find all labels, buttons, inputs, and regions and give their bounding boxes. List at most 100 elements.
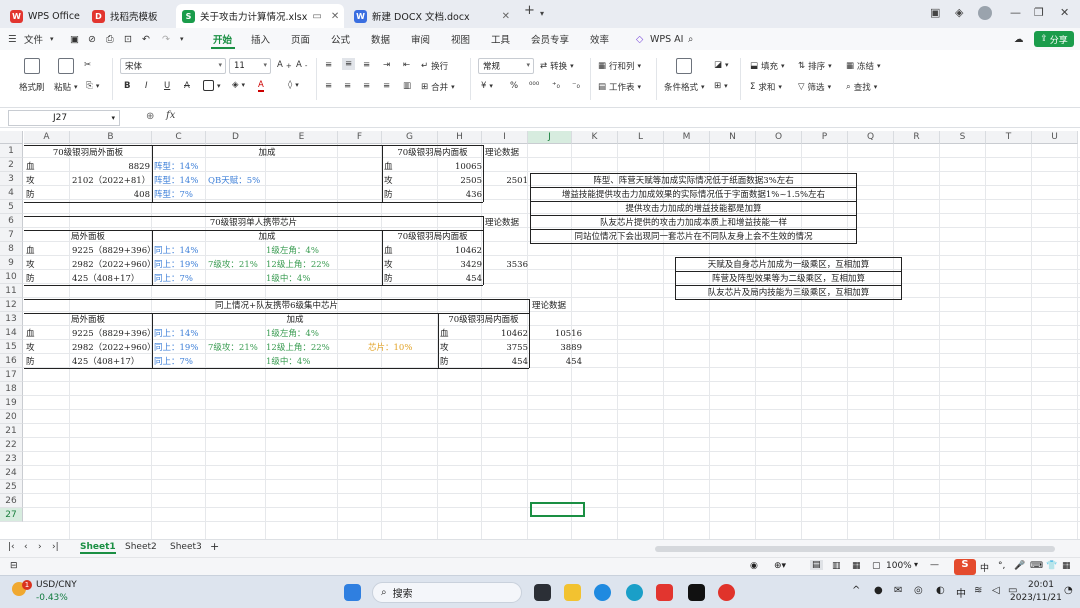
column-header[interactable]: R bbox=[894, 131, 940, 144]
sheet-tab-1[interactable]: Sheet1 bbox=[80, 542, 116, 554]
row-header[interactable]: 21 bbox=[0, 424, 23, 438]
table-style-icon[interactable]: ⊞ ▾ bbox=[714, 81, 728, 91]
merge-button[interactable]: ⊞ 合并 ▾ bbox=[421, 81, 455, 93]
eraser-icon[interactable]: ◊ ▾ bbox=[288, 80, 299, 90]
row-header[interactable]: 26 bbox=[0, 494, 23, 508]
normal-view-icon[interactable]: ▤ bbox=[810, 560, 823, 570]
cell-c14[interactable]: 同上：14% bbox=[154, 329, 198, 340]
cell-a15[interactable]: 攻 bbox=[26, 343, 35, 354]
freeze-button[interactable]: ▦ 冻结 ▾ bbox=[846, 60, 881, 72]
cell-b3[interactable]: 2102（2022+81） bbox=[72, 176, 150, 187]
menu-home[interactable]: 开始 bbox=[213, 32, 232, 46]
row-header[interactable]: 9 bbox=[0, 256, 23, 270]
locate-icon[interactable]: ⊕▾ bbox=[774, 561, 786, 571]
taskbar-search[interactable]: ⌕ 搜索 bbox=[372, 582, 522, 603]
cell-h14-label[interactable]: 血 bbox=[440, 329, 449, 340]
copy-icon[interactable]: ⎘ ▾ bbox=[86, 81, 99, 91]
row-header[interactable]: 16 bbox=[0, 354, 23, 368]
cell-e10[interactable]: 1级中：4% bbox=[266, 274, 310, 285]
menu-page[interactable]: 页面 bbox=[291, 32, 310, 46]
cell-h8[interactable]: 10462 bbox=[430, 246, 482, 257]
cell-e9[interactable]: 12级上角：22% bbox=[266, 260, 330, 271]
link-icon[interactable]: ⊘ bbox=[88, 34, 96, 45]
sum-button[interactable]: Σ 求和 ▾ bbox=[750, 81, 782, 93]
cell-style-icon[interactable]: ◪ ▾ bbox=[714, 60, 729, 70]
wrap-button[interactable]: ↵ 换行 bbox=[421, 60, 448, 72]
menu-view[interactable]: 视图 bbox=[451, 32, 470, 46]
ai-icon[interactable]: ◇ bbox=[636, 34, 643, 45]
worksheet-button[interactable]: ▤ 工作表 ▾ bbox=[598, 81, 641, 93]
paste-button[interactable]: 粘贴 ▾ bbox=[54, 81, 78, 93]
column-header[interactable]: H bbox=[438, 131, 482, 144]
cell-a3[interactable]: 攻 bbox=[26, 176, 35, 187]
cell-a16[interactable]: 防 bbox=[26, 357, 35, 368]
menu-review[interactable]: 审阅 bbox=[411, 32, 430, 46]
windows-start-icon[interactable] bbox=[344, 584, 361, 601]
name-box[interactable]: J27 ▾ bbox=[8, 110, 120, 126]
note-line-5[interactable]: 同站位情况下会出现同一套芯片在不同队友身上会不生效的情况 bbox=[530, 232, 857, 243]
minimize-icon[interactable]: — bbox=[1010, 6, 1021, 19]
row-header[interactable]: 6 bbox=[0, 214, 23, 228]
chevron-down-icon[interactable]: ▾ bbox=[914, 560, 918, 569]
hamburger-icon[interactable]: ☰ bbox=[8, 34, 17, 45]
undo-icon[interactable]: ↶ bbox=[142, 34, 150, 45]
row-header[interactable]: 3 bbox=[0, 172, 23, 186]
column-header[interactable]: E bbox=[266, 131, 338, 144]
row-header[interactable]: 23 bbox=[0, 452, 23, 466]
increase-decimal-icon[interactable]: ⁺₀ bbox=[552, 81, 560, 91]
cell-i1[interactable]: 理论数据 bbox=[485, 148, 519, 159]
cell-b14[interactable]: 9225（8829+396） bbox=[72, 329, 156, 340]
cell-b15[interactable]: 2982（2022+960） bbox=[72, 343, 156, 354]
redo-icon[interactable]: ↷ bbox=[162, 34, 170, 45]
sort-button[interactable]: ⇅ 排序 ▾ bbox=[798, 60, 832, 72]
cell-a10[interactable]: 防 bbox=[26, 274, 35, 285]
distribute-icon[interactable]: ▥ bbox=[403, 81, 411, 91]
cell-b2[interactable]: 8829 bbox=[70, 162, 150, 173]
align-bottom-icon[interactable]: ≡ bbox=[363, 60, 370, 70]
cell-c1[interactable]: 加成 bbox=[152, 148, 382, 159]
cloud-icon[interactable]: ☁ bbox=[1014, 34, 1024, 45]
cell-g1[interactable]: 70级银羽局内面板 bbox=[382, 148, 483, 159]
italic-icon[interactable]: I bbox=[145, 81, 148, 91]
fill-button[interactable]: ⬓ 填充 ▾ bbox=[750, 60, 785, 72]
volume-icon[interactable]: ◁ bbox=[992, 585, 1000, 596]
task-view-icon[interactable] bbox=[534, 584, 551, 601]
row-header[interactable]: 22 bbox=[0, 438, 23, 452]
column-header[interactable]: U bbox=[1032, 131, 1078, 144]
fill-color-icon[interactable]: ◈ ▾ bbox=[232, 80, 245, 90]
tab-docx-file[interactable]: W 新建 DOCX 文档.docx ✕ bbox=[348, 4, 516, 28]
format-painter-icon[interactable] bbox=[24, 58, 40, 74]
chevron-down-icon[interactable]: ▾ bbox=[540, 9, 544, 18]
percent-icon[interactable]: % bbox=[510, 81, 518, 91]
cell-g7[interactable]: 70级银羽局内面板 bbox=[382, 232, 483, 243]
cell-i15[interactable]: 3755 bbox=[476, 343, 528, 354]
cell-a4[interactable]: 防 bbox=[26, 190, 35, 201]
thousands-icon[interactable]: ⁰⁰⁰ bbox=[529, 81, 539, 91]
cell-e8[interactable]: 1级左角：4% bbox=[266, 246, 319, 257]
note-line-3[interactable]: 提供攻击力加成的增益技能都是加算 bbox=[530, 204, 857, 215]
column-header[interactable]: D bbox=[206, 131, 266, 144]
punctuation-icon[interactable]: °, bbox=[998, 561, 1005, 571]
format-painter-button[interactable]: 格式刷 bbox=[19, 81, 45, 93]
column-header[interactable]: N bbox=[710, 131, 756, 144]
cell-f15[interactable]: 芯片：10% bbox=[368, 343, 412, 354]
paste-icon[interactable] bbox=[58, 58, 74, 74]
notification-icon[interactable]: ◔ bbox=[1064, 585, 1073, 596]
cell-g10[interactable]: 防 bbox=[384, 274, 393, 285]
number-format-select[interactable]: 常规 ▾ bbox=[478, 58, 534, 74]
menu-tools[interactable]: 工具 bbox=[491, 32, 510, 46]
shirt-icon[interactable]: 👕 bbox=[1046, 561, 1057, 571]
note2-line-3[interactable]: 队友芯片及局内技能为三级乘区，互相加算 bbox=[675, 288, 902, 299]
filter-button[interactable]: ▽ 筛选 ▾ bbox=[798, 81, 831, 93]
cell-e14[interactable]: 1级左角：4% bbox=[266, 329, 319, 340]
cell-d3[interactable]: QB天赋：5% bbox=[208, 176, 260, 187]
cell-h15-label[interactable]: 攻 bbox=[440, 343, 449, 354]
strikethrough-icon[interactable]: A bbox=[184, 81, 190, 91]
convert-button[interactable]: ⇄ 转换 ▾ bbox=[540, 60, 574, 72]
cell-h3[interactable]: 2505 bbox=[430, 176, 482, 187]
cell-c4[interactable]: 阵型：7% bbox=[154, 190, 193, 201]
note-line-4[interactable]: 队友芯片提供的攻击力加成本质上和增益技能一样 bbox=[530, 218, 857, 229]
close-window-icon[interactable]: ✕ bbox=[1060, 6, 1069, 19]
cell-a2[interactable]: 血 bbox=[26, 162, 35, 173]
cell-i9[interactable]: 3536 bbox=[484, 260, 528, 271]
